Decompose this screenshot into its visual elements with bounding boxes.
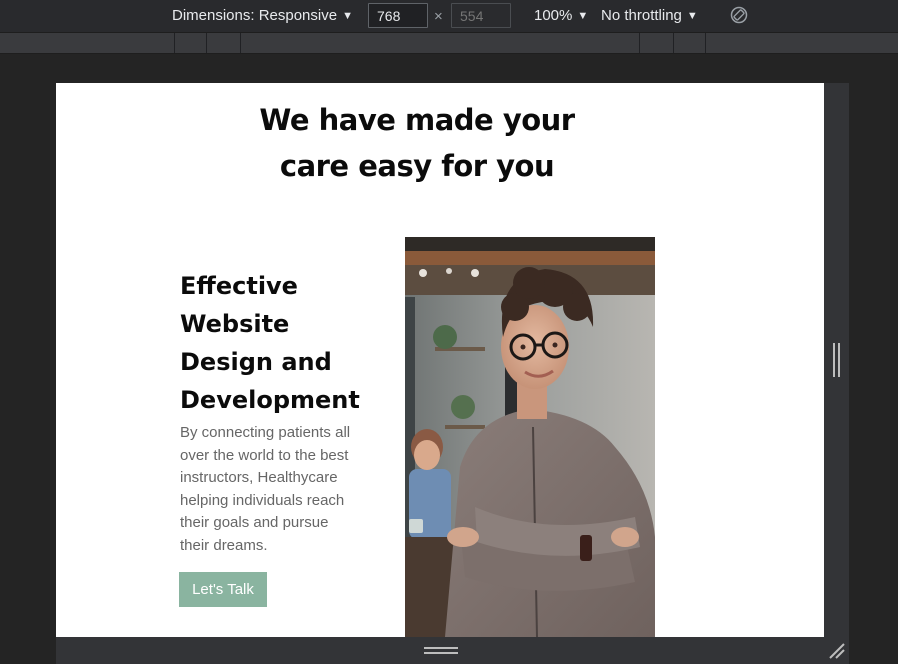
description-line: instructors, Healthycare xyxy=(180,469,338,486)
ruler-divider xyxy=(673,33,674,53)
resize-handle-icon[interactable] xyxy=(833,343,841,377)
height-input[interactable] xyxy=(451,3,511,28)
ruler-divider xyxy=(206,33,207,53)
times-separator: × xyxy=(434,8,443,25)
rotate-device-icon[interactable] xyxy=(730,6,748,24)
description-line: their dreams. xyxy=(180,536,268,554)
dimensions-dropdown[interactable]: Dimensions: Responsive ▼ xyxy=(172,0,353,32)
hero-title: We have made your care easy for you xyxy=(56,97,778,189)
chevron-down-icon: ▼ xyxy=(577,10,589,22)
zoom-label: 100% xyxy=(534,7,573,24)
zoom-dropdown[interactable]: 100% ▼ xyxy=(534,0,588,32)
width-input[interactable] xyxy=(368,3,428,28)
doctor-photo xyxy=(405,237,655,637)
ruler-divider xyxy=(240,33,241,53)
description-line: By connecting patients all xyxy=(180,424,351,441)
ruler-divider xyxy=(639,33,640,53)
chevron-down-icon: ▼ xyxy=(342,10,353,22)
service-heading-line: Effective xyxy=(180,272,298,300)
throttling-label: No throttling xyxy=(601,7,682,24)
description-line: over the world to the best xyxy=(180,446,349,464)
dimensions-label: Dimensions: Responsive xyxy=(172,7,338,24)
emulated-viewport: We have made your care easy for you Effe… xyxy=(56,83,824,637)
service-heading-line: Website xyxy=(180,310,290,338)
ruler-divider xyxy=(174,33,175,53)
chevron-down-icon: ▼ xyxy=(686,10,698,22)
service-heading-line: Development xyxy=(180,386,360,414)
description-line: helping individuals reach xyxy=(180,491,345,509)
service-heading: Effective Website Design and Development xyxy=(180,267,380,419)
device-toolbar: Dimensions: Responsive ▼ × 100% ▼ No throt… xyxy=(0,0,898,32)
resize-handle-icon[interactable] xyxy=(424,647,458,655)
resize-corner-icon[interactable] xyxy=(826,640,846,660)
ruler-divider xyxy=(705,33,706,53)
service-description: By connecting patients all over the worl… xyxy=(180,422,370,557)
hero-title-line: We have made your xyxy=(259,103,575,137)
lets-talk-button[interactable]: Let's Talk xyxy=(179,572,267,607)
description-line: their goals and pursue xyxy=(180,514,329,531)
throttling-dropdown[interactable]: No throttling ▼ xyxy=(601,0,698,32)
media-query-ruler[interactable] xyxy=(0,32,898,54)
hero-title-line: care easy for you xyxy=(279,149,555,183)
service-heading-line: Design and xyxy=(180,348,332,376)
